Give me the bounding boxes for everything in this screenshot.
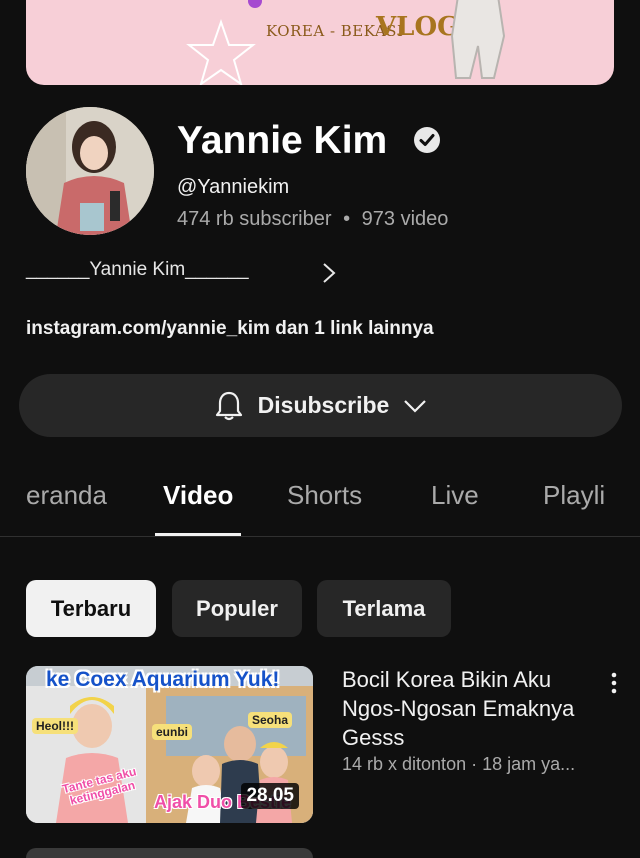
channel-description[interactable]: ______Yannie Kim______ [26,259,249,281]
video-title[interactable]: Bocil Korea Bikin Aku Ngos-Ngosan Emakny… [342,665,602,752]
thumbnail-tag: Seoha [248,712,293,728]
tab-playlist[interactable]: Playli [543,480,605,511]
subscriber-count: 474 rb subscriber [177,208,332,230]
bell-icon [215,391,242,420]
thumbnail-tag: eunbi [152,724,192,740]
more-vertical-icon[interactable] [606,671,622,695]
channel-tabs: eranda Video Shorts Live Playli [0,460,640,537]
avatar-image [26,107,154,235]
banner-decoration [248,0,262,8]
tab-shorts[interactable]: Shorts [287,480,362,511]
video-thumbnail[interactable]: ke Coex Aquarium Yuk! Heol!!! eunbi Seoh… [26,666,313,823]
active-tab-indicator [155,533,241,536]
stats-separator: • [343,208,351,230]
chevron-down-icon [404,399,427,413]
verified-check-icon [414,127,440,153]
video-count: 973 video [361,208,449,230]
chip-populer[interactable]: Populer [172,580,302,637]
next-video-thumbnail[interactable] [26,848,313,858]
subscribed-label: Disubscribe [257,392,390,418]
tab-beranda[interactable]: eranda [26,480,107,511]
channel-avatar[interactable] [26,107,154,235]
chip-terlama[interactable]: Terlama [317,580,451,637]
chevron-right-icon[interactable] [320,262,338,284]
tab-live[interactable]: Live [431,480,479,511]
channel-links[interactable]: instagram.com/yannie_kim dan 1 link lain… [26,318,434,340]
banner-person-image [450,0,506,79]
tab-video[interactable]: Video [163,480,233,511]
star-icon [186,18,256,85]
video-duration-badge: 28.05 [241,783,299,809]
subscribed-button[interactable]: Disubscribe [19,374,622,437]
thumbnail-tag: Heol!!! [32,718,78,734]
thumbnail-title-text: ke Coex Aquarium Yuk! [46,668,280,691]
chip-terbaru[interactable]: Terbaru [26,580,156,637]
channel-handle: @Yanniekim [177,176,290,198]
video-metadata: 14 rb x ditonton · 18 jam ya... [342,754,576,774]
channel-name: Yannie Kim [177,119,388,162]
channel-banner: KOREA - BEKASI VLOG! [26,0,614,85]
channel-stats: 474 rb subscriber • 973 video [177,208,448,231]
